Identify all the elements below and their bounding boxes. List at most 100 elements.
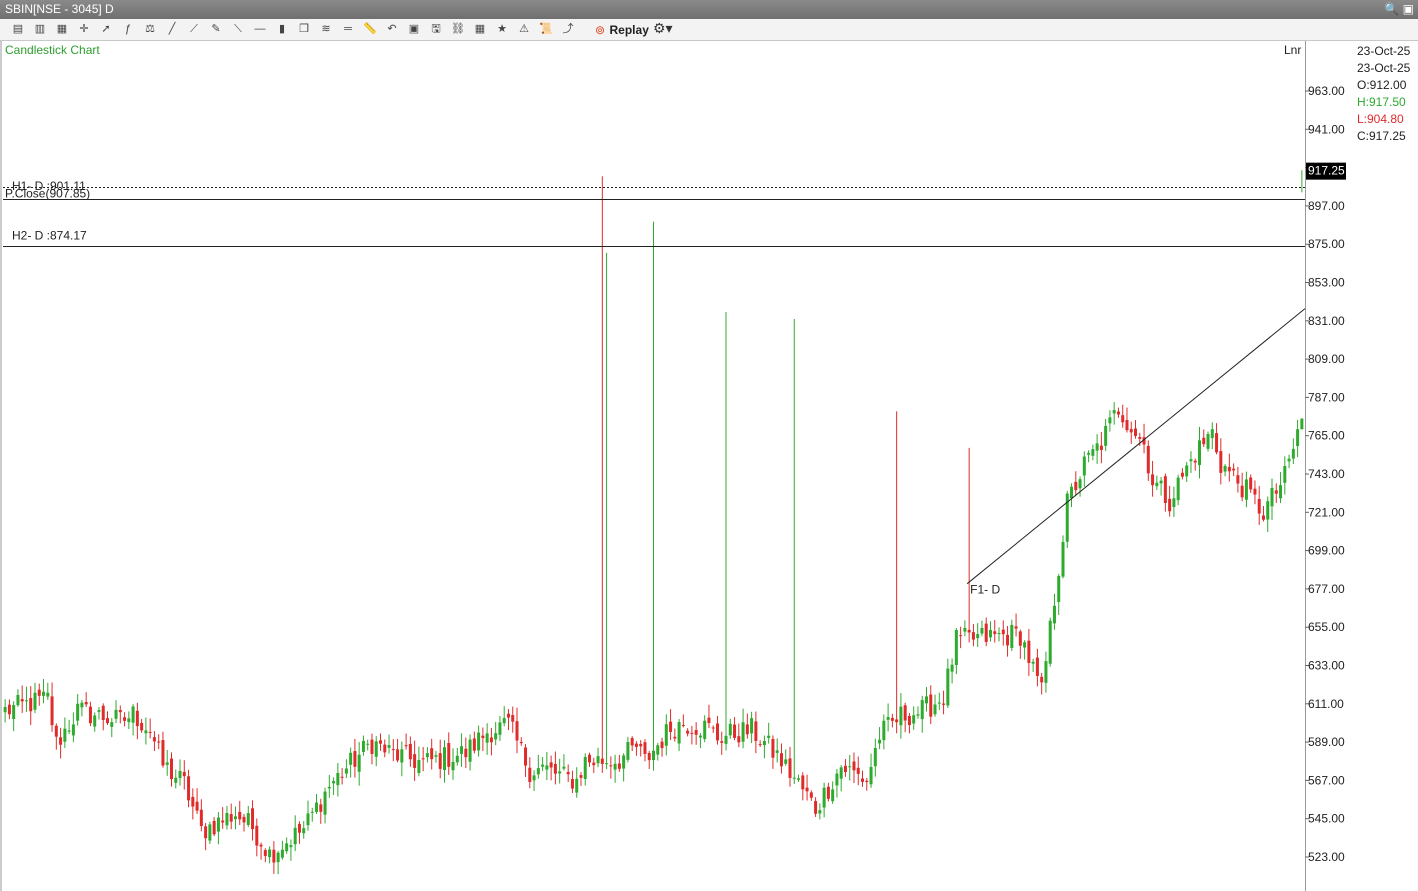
candle-body [353,751,357,767]
candle-body [562,766,566,769]
replay-button[interactable]: ⊚ Replay [595,21,649,38]
candle-body [784,759,788,764]
template-icon[interactable]: ▣ [406,21,422,37]
candle-body [779,753,783,767]
candle-body [71,724,75,736]
toolbar: ▤ ▥ ▦ ✛ ➚ ƒ ⚖ ╱ ⟋ ✎ ⟍ — ▮ ❒ ≋ ═ 📏 ↶ ▣ 🖫 ⛓ ▦ ★ ⚠ 📜 ⤴ ⊚ Replay ⚙▾ [0,19,1418,41]
crosshair-icon[interactable]: ✛ [76,21,92,37]
candle-body [626,741,630,760]
chart-type-icon[interactable]: ▤ [10,21,26,37]
fibonacci-icon[interactable]: ≋ [318,21,334,37]
cube-icon[interactable]: ❒ [296,21,312,37]
candle-body [1274,490,1278,494]
candle-body [276,852,280,863]
settings-gear-icon[interactable]: ⚙▾ [653,20,673,37]
trendline-icon[interactable]: ⟍ [230,21,246,37]
candle-body [686,730,690,734]
price-chart[interactable]: H1- D :901.11 P.Close(907.85) H2- D :874… [0,41,1418,891]
compare-icon[interactable]: ⚖ [142,21,158,37]
candle-body [1151,474,1155,486]
candle-body [1296,429,1300,447]
candle-body [1091,449,1095,456]
link-icon[interactable]: ⛓ [450,21,466,37]
candle-body [24,700,28,702]
candle-body [408,743,412,760]
ray-icon[interactable]: ⟋ [186,21,202,37]
candle-body [933,704,937,715]
candle-body [865,780,869,783]
candle-body [374,741,378,757]
candle-body [212,820,216,835]
indicator-icon[interactable]: ƒ [120,21,136,37]
candle-body [971,632,975,640]
ruler-icon[interactable]: 📏 [362,21,378,37]
trendline[interactable] [966,308,1306,585]
scale-mode-toggle[interactable]: Lnr [1284,43,1301,57]
candle-chart-icon[interactable]: ▦ [54,21,70,37]
candle-series [3,170,1304,875]
pointer-icon[interactable]: ➚ [98,21,114,37]
candle-body [993,631,997,635]
price-axis[interactable]: 963.00941.00919.00897.00875.00853.00831.… [1305,84,1345,864]
candle-body [76,703,80,721]
candle-body [558,771,562,774]
candle-body [106,718,110,724]
candle-body [805,787,809,792]
save-icon[interactable]: 🖫 [428,21,444,37]
title-bar-buttons[interactable]: 🔍 ▣ [1384,1,1414,17]
candle-body [950,664,954,672]
price-axis-label: 831.00 [1308,314,1345,328]
bar-chart-icon[interactable]: ▥ [32,21,48,37]
price-axis-label: 787.00 [1308,390,1345,404]
candle-body [583,756,587,779]
candle-body [600,758,604,764]
chart-type-label: Candlestick Chart [5,43,100,57]
horizontal-line-icon[interactable]: — [252,21,268,37]
candle-body [873,748,877,767]
candle-body [59,737,63,745]
candle-body [912,715,916,724]
candle-body [1006,634,1010,646]
price-axis-label: 677.00 [1308,582,1345,596]
candle-body [225,812,229,826]
line-tool-icon[interactable]: ╱ [164,21,180,37]
candle-body [997,633,1001,635]
candle-body [1134,428,1138,436]
candle-body [42,691,46,696]
undo-icon[interactable]: ↶ [384,21,400,37]
pencil-icon[interactable]: ✎ [208,21,224,37]
compare-line-icon[interactable]: ⤴ [560,21,576,37]
candle-body [1040,676,1044,683]
candle-body [707,717,711,724]
parallel-lines-icon[interactable]: ═ [340,21,356,37]
volume-icon[interactable]: ▮ [274,21,290,37]
candle-body [165,762,169,765]
candle-body [1270,487,1274,507]
candle-body [895,719,899,723]
candle-body [148,731,152,733]
candle-body [80,702,84,708]
script-icon[interactable]: 📜 [538,21,554,37]
candle-body [728,723,732,736]
candle-body [400,749,404,763]
candle-body [724,735,728,744]
candle-body [233,816,237,820]
candle-body [1125,420,1129,431]
candle-body [545,765,549,770]
alert-icon[interactable]: ⚠ [516,21,532,37]
price-axis-label: 853.00 [1308,276,1345,290]
layout-icon[interactable]: ▦ [472,21,488,37]
candle-body [1232,468,1236,471]
candle-body [1023,642,1027,648]
window-title: SBIN[NSE - 3045] D [5,2,114,16]
candle-body [1176,477,1180,501]
candle-body [856,767,860,774]
candle-body [1287,458,1291,462]
candle-body [1057,576,1061,602]
candle-body [1189,459,1193,462]
star-icon[interactable]: ★ [494,21,510,37]
candle-body [694,730,698,735]
candle-body [775,750,779,753]
candle-body [758,744,762,746]
candle-body [315,802,319,812]
